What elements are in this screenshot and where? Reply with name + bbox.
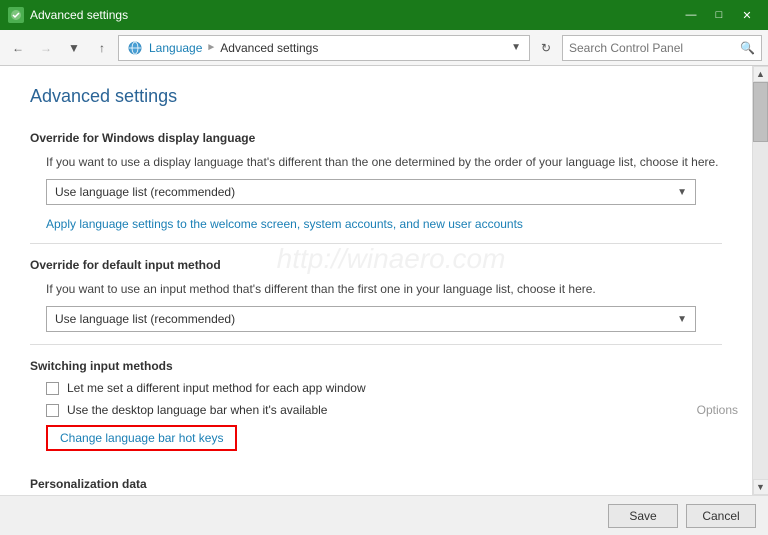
window-title: Advanced settings xyxy=(30,8,678,22)
footer: Save Cancel xyxy=(0,495,768,535)
input-method-dropdown-wrapper: Use language list (recommended) ▼ xyxy=(46,306,722,332)
personalization-title: Personalization data xyxy=(30,477,722,491)
checkbox-input-method[interactable] xyxy=(46,382,59,395)
options-link[interactable]: Options xyxy=(697,403,738,417)
recent-pages-button[interactable]: ▼ xyxy=(62,36,86,60)
display-language-dropdown-value: Use language list (recommended) xyxy=(55,185,677,199)
checkbox-row-1: Let me set a different input method for … xyxy=(46,381,722,395)
main-content: http://winaero.com Advanced settings Ove… xyxy=(0,66,768,495)
search-box: 🔍 xyxy=(562,35,762,61)
display-language-dropdown[interactable]: Use language list (recommended) ▼ xyxy=(46,179,696,205)
checkbox-language-bar-label: Use the desktop language bar when it's a… xyxy=(67,403,327,417)
display-language-section: Override for Windows display language If… xyxy=(30,131,722,231)
hotkeys-btn-wrapper: Change language bar hot keys xyxy=(46,425,722,463)
titlebar: Advanced settings — □ ✕ xyxy=(0,0,768,30)
checkbox-row-2: Use the desktop language bar when it's a… xyxy=(46,403,738,417)
divider-1 xyxy=(30,243,722,244)
breadcrumb-advanced: Advanced settings xyxy=(220,41,318,55)
search-icon[interactable]: 🔍 xyxy=(740,41,755,55)
breadcrumb-language: Language xyxy=(149,41,202,55)
input-method-title: Override for default input method xyxy=(30,258,722,272)
address-bar[interactable]: Language ► Advanced settings ▼ xyxy=(118,35,530,61)
input-method-desc: If you want to use an input method that'… xyxy=(46,280,722,298)
addressbar: ← → ▼ ↑ Language ► Advanced settings ▼ ↻… xyxy=(0,30,768,66)
display-language-title: Override for Windows display language xyxy=(30,131,722,145)
window-controls: — □ ✕ xyxy=(678,5,760,25)
display-language-dropdown-wrapper: Use language list (recommended) ▼ xyxy=(46,179,722,205)
scroll-up-arrow[interactable]: ▲ xyxy=(753,66,768,82)
search-input[interactable] xyxy=(569,41,740,55)
input-method-dropdown-value: Use language list (recommended) xyxy=(55,312,677,326)
scroll-thumb[interactable] xyxy=(753,82,768,142)
change-hotkeys-button[interactable]: Change language bar hot keys xyxy=(46,425,237,451)
switching-title: Switching input methods xyxy=(30,359,722,373)
switching-section: Switching input methods Let me set a dif… xyxy=(30,359,722,463)
input-method-dropdown[interactable]: Use language list (recommended) ▼ xyxy=(46,306,696,332)
input-method-section: Override for default input method If you… xyxy=(30,258,722,332)
maximize-button[interactable]: □ xyxy=(706,5,732,25)
save-button[interactable]: Save xyxy=(608,504,678,528)
scroll-track xyxy=(753,82,768,479)
minimize-button[interactable]: — xyxy=(678,5,704,25)
checkbox-language-bar[interactable] xyxy=(46,404,59,417)
language-settings-link[interactable]: Apply language settings to the welcome s… xyxy=(46,217,722,231)
cancel-button[interactable]: Cancel xyxy=(686,504,756,528)
display-language-dropdown-arrow: ▼ xyxy=(677,187,687,198)
app-icon xyxy=(8,7,24,23)
dropdown-arrow-address[interactable]: ▼ xyxy=(511,42,521,53)
page-title: Advanced settings xyxy=(30,86,722,115)
back-button[interactable]: ← xyxy=(6,36,30,60)
personalization-section: Personalization data This data is only u… xyxy=(30,477,722,495)
scrollbar: ▲ ▼ xyxy=(752,66,768,495)
forward-button[interactable]: → xyxy=(34,36,58,60)
display-language-desc: If you want to use a display language th… xyxy=(46,153,722,171)
refresh-button[interactable]: ↻ xyxy=(534,36,558,60)
checkbox-input-method-label: Let me set a different input method for … xyxy=(67,381,366,395)
content-area: http://winaero.com Advanced settings Ove… xyxy=(0,66,752,495)
input-method-dropdown-arrow: ▼ xyxy=(677,314,687,325)
close-button[interactable]: ✕ xyxy=(734,5,760,25)
up-button[interactable]: ↑ xyxy=(90,36,114,60)
divider-2 xyxy=(30,344,722,345)
breadcrumb-separator: ► xyxy=(206,42,216,53)
globe-icon xyxy=(127,40,143,56)
scroll-down-arrow[interactable]: ▼ xyxy=(753,479,768,495)
